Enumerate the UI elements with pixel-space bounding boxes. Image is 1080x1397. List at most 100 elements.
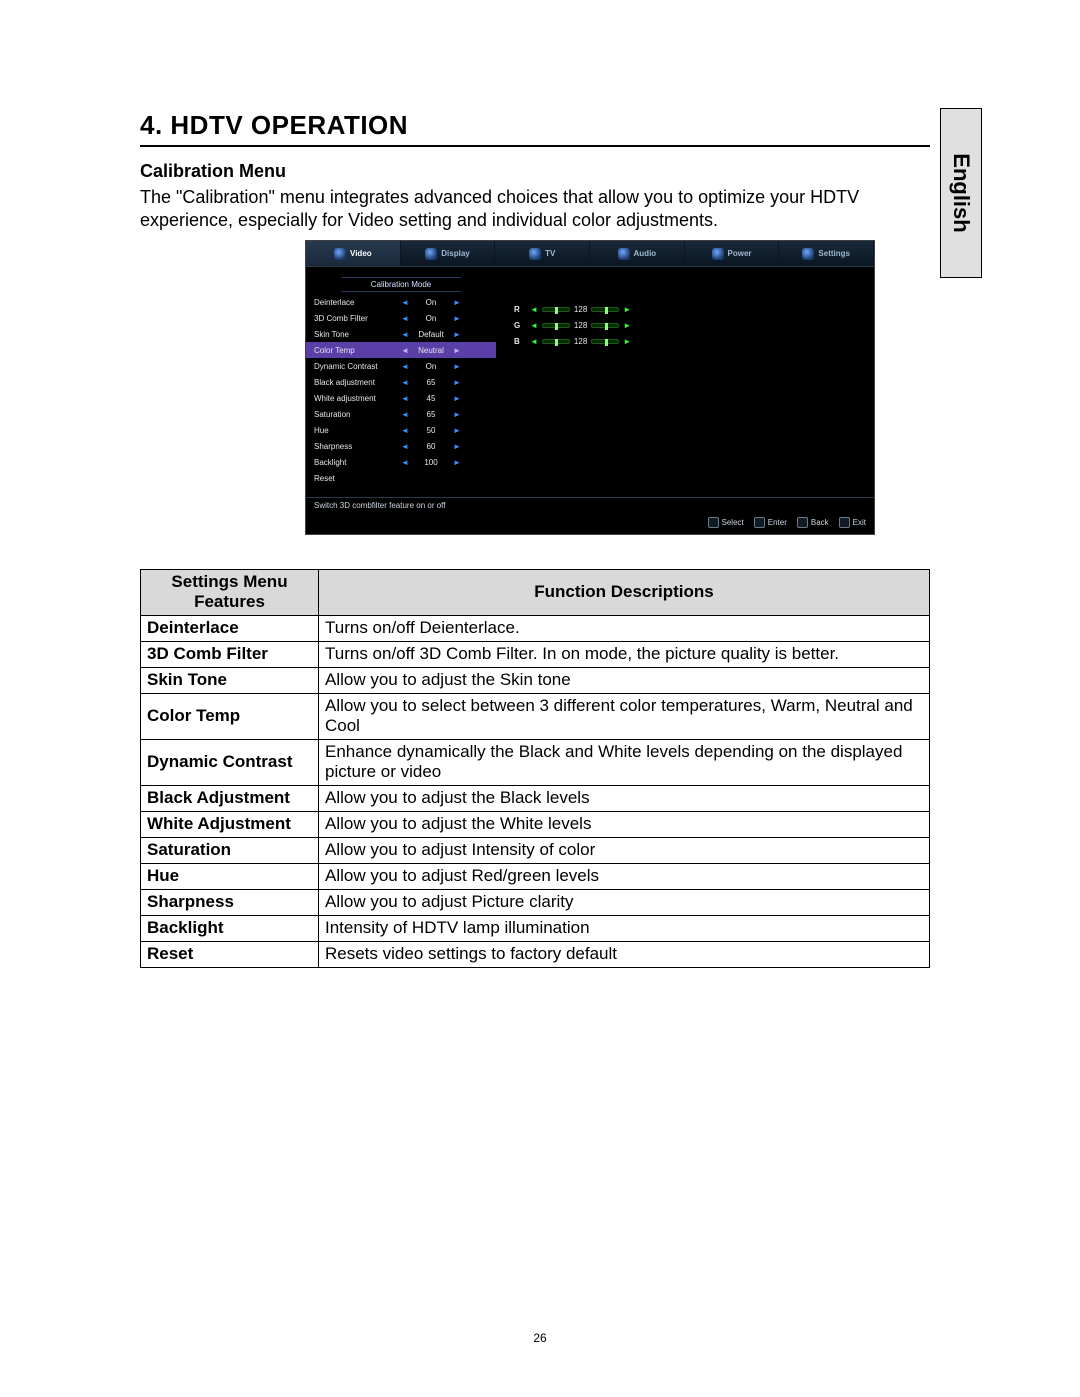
feature-cell: Dynamic Contrast <box>141 740 319 786</box>
osd-menu-item[interactable]: Dynamic Contrast◄On► <box>306 358 496 374</box>
arrow-right-icon[interactable]: ► <box>623 321 631 330</box>
osd-tab[interactable]: Video <box>306 241 401 266</box>
osd-hint: Switch 3D combfilter feature on or off <box>306 497 874 513</box>
arrow-left-icon[interactable]: ◄ <box>400 458 410 467</box>
arrow-left-icon[interactable]: ◄ <box>530 337 538 346</box>
osd-item-label: Hue <box>314 426 400 435</box>
arrow-left-icon[interactable]: ◄ <box>530 321 538 330</box>
osd-rgb-row[interactable]: R◄ 128 ► <box>514 301 862 317</box>
key-label: Back <box>811 518 829 527</box>
arrow-right-icon[interactable]: ► <box>452 378 462 387</box>
arrow-right-icon[interactable]: ► <box>452 426 462 435</box>
osd-menu-item[interactable]: Saturation◄65► <box>306 406 496 422</box>
arrow-right-icon[interactable]: ► <box>452 346 462 355</box>
osd-menu-item[interactable]: Color Temp◄Neutral► <box>306 342 496 358</box>
osd-item-label: Saturation <box>314 410 400 419</box>
arrow-right-icon[interactable]: ► <box>452 442 462 451</box>
osd-screenshot: VideoDisplayTVAudioPowerSettings Calibra… <box>305 240 875 535</box>
slider-bar[interactable] <box>542 339 570 344</box>
osd: VideoDisplayTVAudioPowerSettings Calibra… <box>305 240 875 535</box>
page: English 4.​ HDTV OPERATION Calibration M… <box>0 0 1080 1397</box>
osd-tab[interactable]: Power <box>685 241 780 266</box>
table-row: SharpnessAllow you to adjust Picture cla… <box>141 890 930 916</box>
osd-tab-label: Power <box>728 249 752 258</box>
osd-menu-item[interactable]: White adjustment◄45► <box>306 390 496 406</box>
osd-menu-item[interactable]: Backlight◄100► <box>306 454 496 470</box>
arrow-right-icon[interactable]: ► <box>452 314 462 323</box>
feature-cell: Backlight <box>141 916 319 942</box>
arrow-left-icon[interactable]: ◄ <box>400 410 410 419</box>
osd-rgb-row[interactable]: B◄128► <box>514 333 862 349</box>
osd-menu-item[interactable]: Black adjustment◄65► <box>306 374 496 390</box>
osd-tab[interactable]: Display <box>401 241 496 266</box>
osd-footer-key: Select <box>708 517 744 528</box>
osd-menu-item[interactable]: Reset <box>306 470 496 486</box>
osd-tab[interactable]: Settings <box>779 241 874 266</box>
arrow-right-icon[interactable]: ► <box>452 458 462 467</box>
osd-rgb-row[interactable]: G◄128► <box>514 317 862 333</box>
key-label: Enter <box>768 518 787 527</box>
osd-item-label: White adjustment <box>314 394 400 403</box>
rgb-value: 128 <box>574 305 587 314</box>
slider-bar[interactable] <box>542 323 570 328</box>
arrow-right-icon[interactable]: ► <box>623 337 631 346</box>
rgb-channel: R <box>514 305 530 314</box>
description-cell: Allow you to select between 3 different … <box>319 694 930 740</box>
function-table: Settings Menu Features Function Descript… <box>140 569 930 968</box>
arrow-left-icon[interactable]: ◄ <box>400 378 410 387</box>
osd-item-label: Backlight <box>314 458 400 467</box>
rgb-slider[interactable]: ◄ 128 ► <box>530 305 631 314</box>
tab-icon <box>425 248 437 260</box>
description-cell: Intensity of HDTV lamp illumination <box>319 916 930 942</box>
description-cell: Allow you to adjust the Black levels <box>319 786 930 812</box>
slider-bar[interactable] <box>591 339 619 344</box>
arrow-left-icon[interactable]: ◄ <box>400 330 410 339</box>
language-tab: English <box>940 108 982 278</box>
tab-icon <box>334 248 346 260</box>
arrow-right-icon[interactable]: ► <box>452 394 462 403</box>
arrow-right-icon[interactable]: ► <box>452 330 462 339</box>
arrow-left-icon[interactable]: ◄ <box>400 346 410 355</box>
osd-menu-item[interactable]: Hue◄50► <box>306 422 496 438</box>
table-row: Black AdjustmentAllow you to adjust the … <box>141 786 930 812</box>
arrow-right-icon[interactable]: ► <box>452 410 462 419</box>
feature-cell: 3D Comb Filter <box>141 642 319 668</box>
slider-bar[interactable] <box>591 307 619 312</box>
table-row: 3D Comb FilterTurns on/off 3D Comb Filte… <box>141 642 930 668</box>
osd-item-label: Color Temp <box>314 346 400 355</box>
osd-menu-item[interactable]: Sharpness◄60► <box>306 438 496 454</box>
arrow-right-icon[interactable]: ► <box>623 305 631 314</box>
tab-icon <box>618 248 630 260</box>
osd-tabs: VideoDisplayTVAudio Power Settings <box>306 241 874 267</box>
arrow-left-icon[interactable]: ◄ <box>400 426 410 435</box>
key-icon <box>839 517 850 528</box>
rgb-slider[interactable]: ◄128► <box>530 321 631 330</box>
arrow-left-icon[interactable]: ◄ <box>400 442 410 451</box>
osd-item-label: Black adjustment <box>314 378 400 387</box>
arrow-right-icon[interactable]: ► <box>452 298 462 307</box>
description-cell: Allow you to adjust Intensity of color <box>319 838 930 864</box>
osd-menu-item[interactable]: Deinterlace◄On► <box>306 294 496 310</box>
slider-bar[interactable] <box>591 323 619 328</box>
osd-item-label: Deinterlace <box>314 298 400 307</box>
arrow-left-icon[interactable]: ◄ <box>400 394 410 403</box>
arrow-right-icon[interactable]: ► <box>452 362 462 371</box>
osd-footer-key: Exit <box>839 517 866 528</box>
osd-item-value: 50 <box>410 426 452 435</box>
feature-cell: White Adjustment <box>141 812 319 838</box>
osd-menu-item[interactable]: 3D Comb Filter◄On► <box>306 310 496 326</box>
arrow-left-icon[interactable]: ◄ <box>400 314 410 323</box>
osd-tab[interactable]: Audio <box>590 241 685 266</box>
osd-menu-item[interactable]: Skin Tone◄Default► <box>306 326 496 342</box>
osd-tab[interactable]: TV <box>495 241 590 266</box>
arrow-left-icon[interactable]: ◄ <box>400 298 410 307</box>
slider-bar[interactable] <box>542 307 570 312</box>
arrow-left-icon[interactable]: ◄ <box>400 362 410 371</box>
description-cell: Turns on/off Deienterlace. <box>319 616 930 642</box>
arrow-left-icon[interactable]: ◄ <box>530 305 538 314</box>
key-icon <box>754 517 765 528</box>
description-cell: Turns on/off 3D Comb Filter. In on mode,… <box>319 642 930 668</box>
rgb-slider[interactable]: ◄128► <box>530 337 631 346</box>
table-row: ResetResets video settings to factory de… <box>141 942 930 968</box>
osd-footer: Select Enter Back Exit <box>306 513 874 534</box>
